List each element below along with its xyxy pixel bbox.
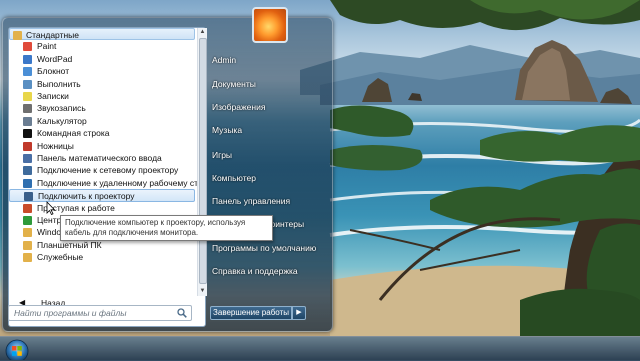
program-item-label: WordPad <box>37 53 73 64</box>
right-pane-item-control-panel[interactable]: Панель управления <box>212 196 290 206</box>
program-item[interactable]: Панель математического ввода <box>9 152 197 164</box>
program-item-label: Блокнот <box>37 66 70 77</box>
program-item[interactable]: Подключить к проектору <box>9 189 195 202</box>
sticky-notes-icon <box>23 92 32 101</box>
program-item[interactable]: Выполнить <box>9 78 197 90</box>
program-item[interactable]: Звукозапись <box>9 102 197 114</box>
right-pane-item-pictures[interactable]: Изображения <box>212 102 265 112</box>
getting-started-icon <box>23 203 32 213</box>
sync-center-icon <box>23 216 32 225</box>
program-item[interactable]: Командная строка <box>9 127 197 139</box>
folder-icon <box>23 228 32 238</box>
program-item[interactable]: Калькулятор <box>9 115 197 127</box>
program-item-label: Калькулятор <box>37 115 87 126</box>
tooltip: Подключение компьютер к проектору, испол… <box>60 215 273 241</box>
program-item[interactable]: Записки <box>9 90 197 102</box>
start-orb-icon[interactable] <box>4 338 30 360</box>
programs-scrollbar[interactable]: ▲ ▼ <box>197 28 207 296</box>
program-item-label: Звукозапись <box>37 103 86 114</box>
program-item-label: Ножницы <box>37 140 74 151</box>
paint-icon <box>23 42 32 52</box>
folder-icon <box>23 240 32 250</box>
scissors-icon <box>23 141 32 151</box>
user-avatar[interactable] <box>252 7 288 43</box>
network-projector-icon <box>23 166 32 176</box>
program-item[interactable]: Служебные <box>9 251 197 263</box>
program-item-label: Командная строка <box>37 128 110 139</box>
shutdown-button[interactable]: Завершение работы <box>210 306 292 320</box>
program-item-label: Подключение к удаленному рабочему столу <box>37 177 197 188</box>
program-item-label: Подключение к сетевому проектору <box>37 165 179 176</box>
program-item[interactable]: Подключение к сетевому проектору <box>9 164 197 176</box>
search-input[interactable]: Найти программы и файлы <box>8 305 192 321</box>
scroll-up-arrow-icon[interactable]: ▲ <box>198 28 207 37</box>
search-icon <box>177 308 187 318</box>
program-item[interactable]: Ножницы <box>9 140 197 152</box>
programs-list: Стандартные Paint WordPad Блокнот Выполнить З… <box>9 28 197 296</box>
program-item[interactable]: Блокнот <box>9 65 197 77</box>
program-item[interactable]: Приступая к работе <box>9 202 197 214</box>
right-pane-item-documents[interactable]: Документы <box>212 79 256 89</box>
program-item[interactable]: Paint <box>9 40 197 52</box>
right-pane-item-games[interactable]: Игры <box>212 150 232 160</box>
folder-icon <box>23 253 32 263</box>
scroll-down-arrow-icon[interactable]: ▼ <box>198 287 207 296</box>
mouse-cursor-icon <box>46 201 56 215</box>
program-item-label: Записки <box>37 91 69 101</box>
right-pane-item-computer[interactable]: Компьютер <box>212 173 256 183</box>
scroll-thumb[interactable] <box>199 38 207 284</box>
right-pane-item-music[interactable]: Музыка <box>212 125 242 135</box>
run-icon <box>23 79 32 89</box>
program-item[interactable]: WordPad <box>9 53 197 65</box>
right-pane-item-user-admin[interactable]: Admin <box>212 55 236 65</box>
start-menu: Стандартные Paint WordPad Блокнот Выполнить З… <box>2 7 333 332</box>
right-pane-item-default-programs[interactable]: Программы по умолчанию <box>212 243 316 253</box>
program-item-label: Выполнить <box>37 78 81 89</box>
folder-open-icon <box>13 31 22 40</box>
notepad-icon <box>23 67 32 77</box>
calculator-icon <box>23 116 32 126</box>
wordpad-icon <box>23 54 32 64</box>
right-pane-item-help-support[interactable]: Справка и поддержка <box>212 266 298 276</box>
projector-icon <box>24 192 33 202</box>
search-placeholder: Найти программы и файлы <box>14 308 127 318</box>
taskbar <box>0 336 640 361</box>
remote-desktop-icon <box>23 178 32 188</box>
shutdown-options-arrow-icon[interactable]: ▶ <box>292 306 306 320</box>
program-item-label: Панель математического ввода <box>37 153 162 163</box>
math-input-icon <box>23 154 32 163</box>
microphone-icon <box>23 104 32 114</box>
program-item[interactable]: Подключение к удаленному рабочему столу <box>9 177 197 189</box>
program-item-label: Paint <box>37 41 57 52</box>
program-item-label: Служебные <box>37 252 84 263</box>
programs-pane: Стандартные Paint WordPad Блокнот Выполнить З… <box>8 27 207 327</box>
cmd-icon <box>23 129 32 139</box>
programs-folder-header[interactable]: Стандартные <box>9 28 195 41</box>
